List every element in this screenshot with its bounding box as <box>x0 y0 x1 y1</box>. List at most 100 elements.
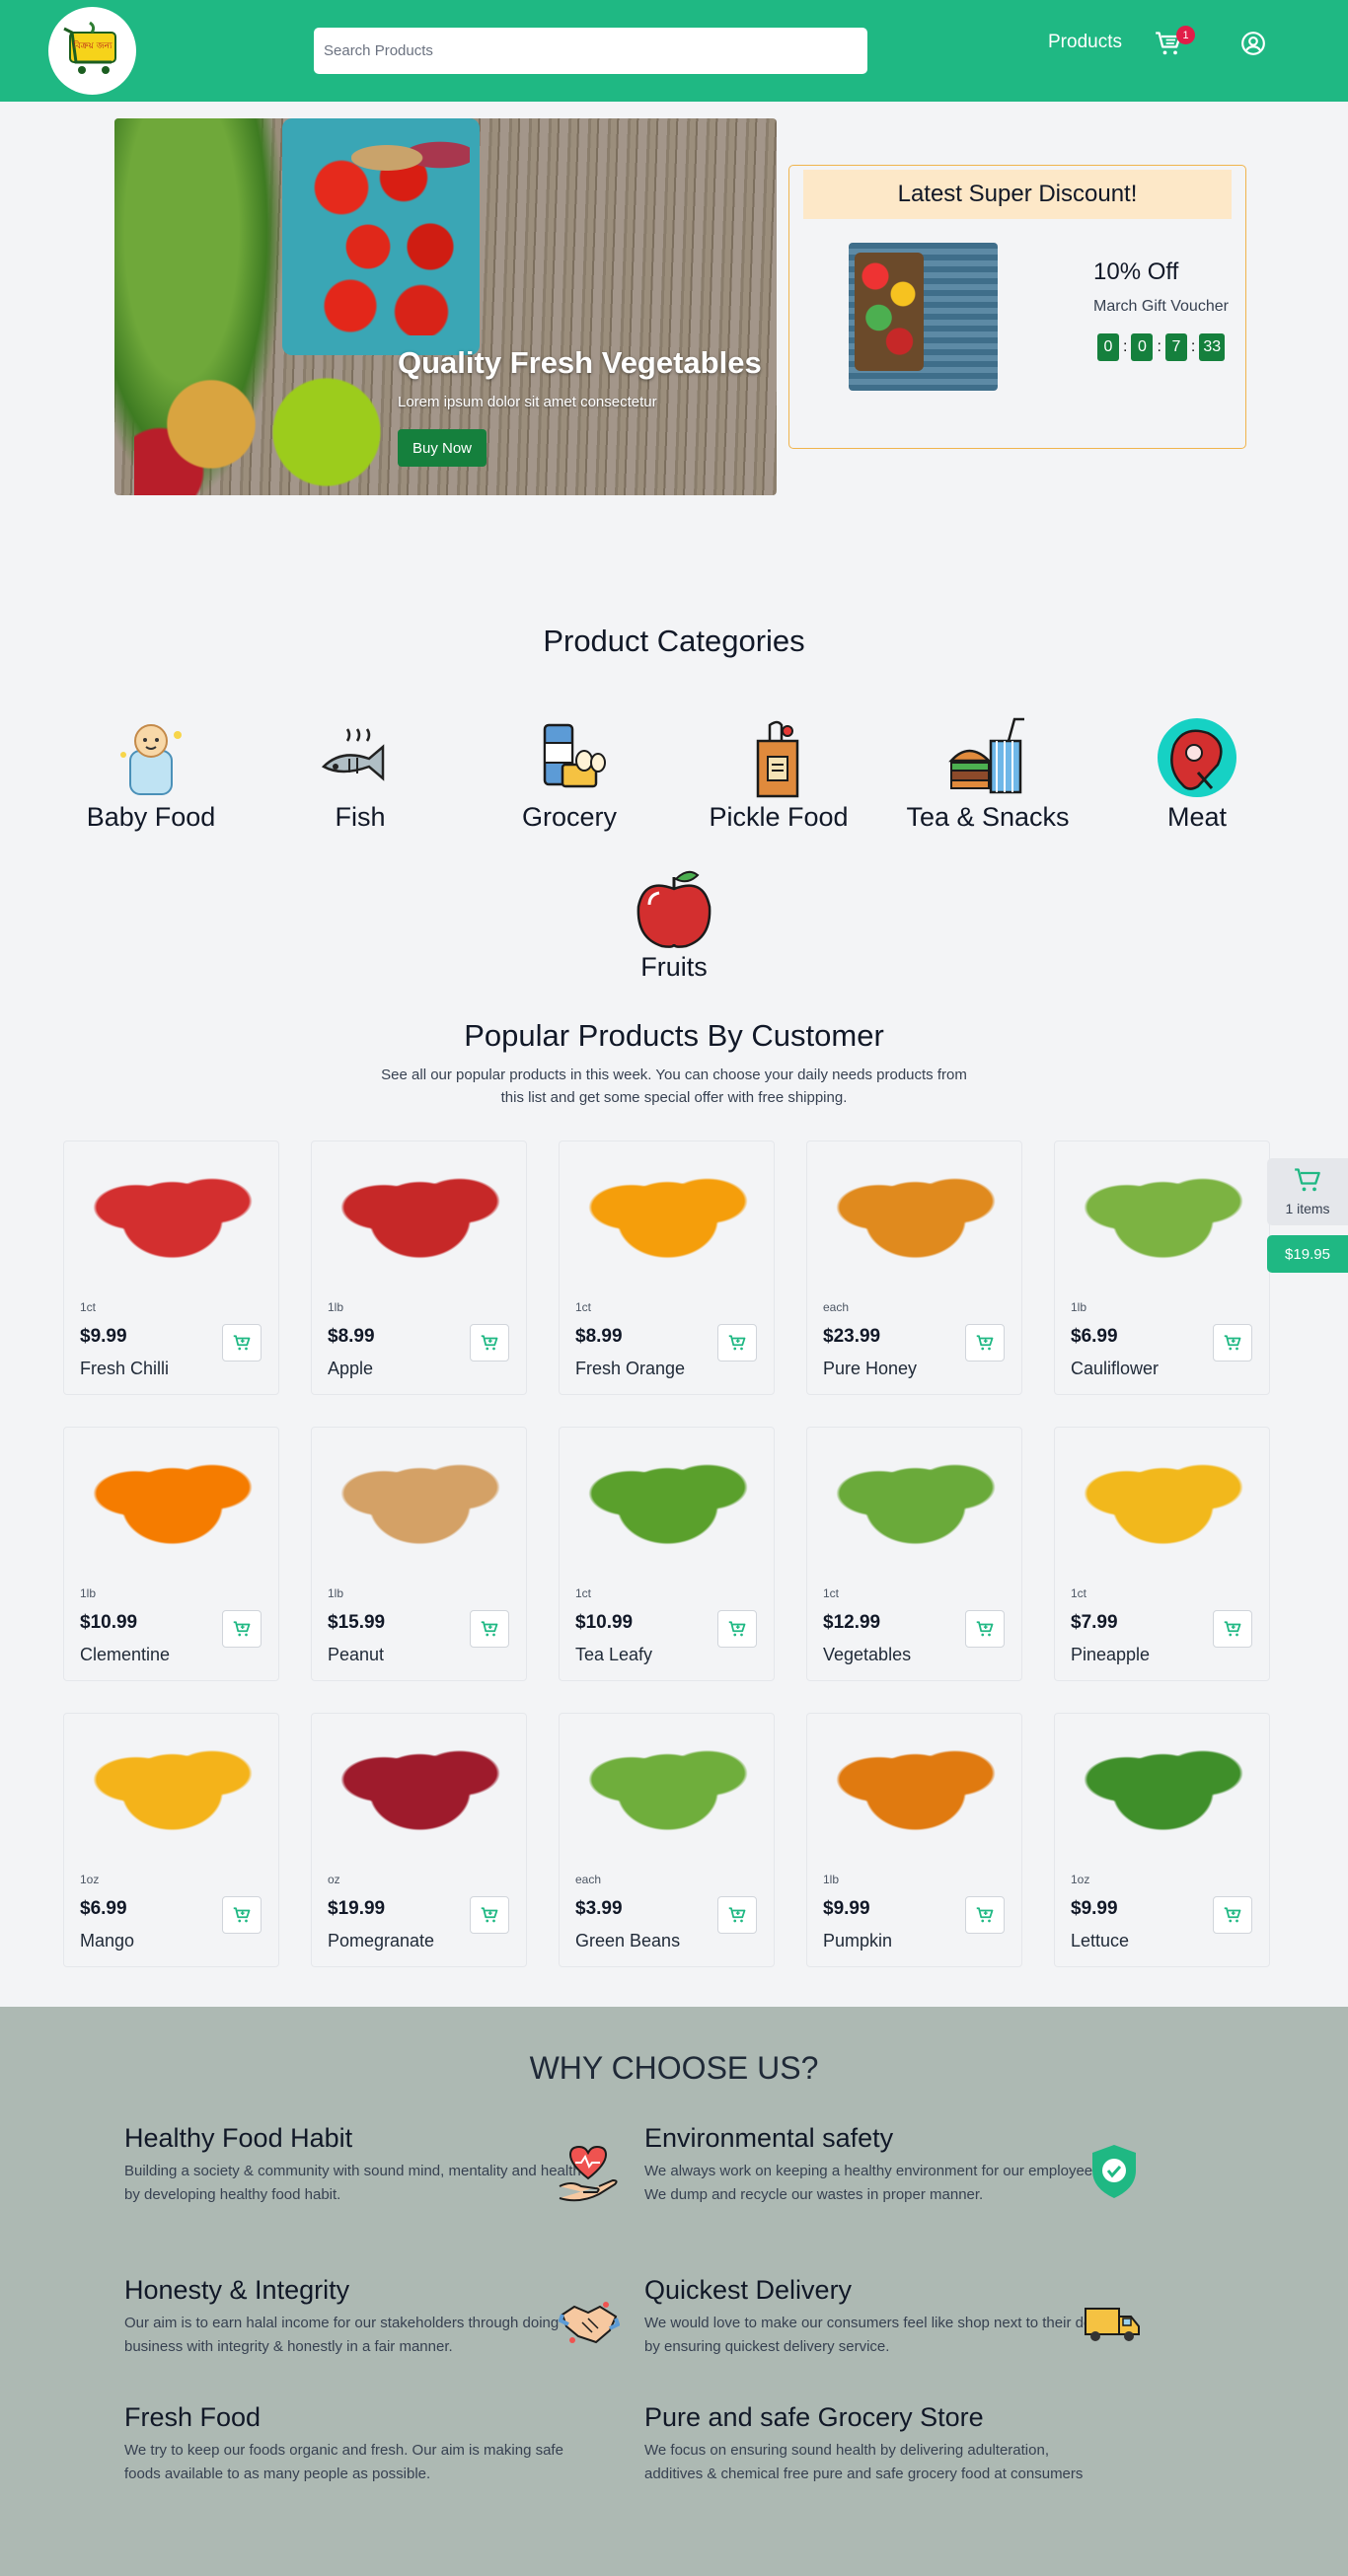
add-to-cart-button[interactable] <box>717 1896 757 1934</box>
svg-text:বিক্রয় জন্য: বিক্রয় জন্য <box>72 40 112 51</box>
category-meat[interactable]: Meat <box>1108 715 1286 833</box>
category-fish[interactable]: Fish <box>271 715 449 833</box>
timer-days: 0 <box>1097 333 1119 361</box>
product-card[interactable]: 1ct $9.99 Fresh Chilli <box>63 1141 279 1395</box>
floating-cart-total[interactable]: $19.95 <box>1267 1235 1348 1273</box>
product-card[interactable]: 1ct $8.99 Fresh Orange <box>559 1141 775 1395</box>
product-unit: 1ct <box>80 1300 97 1314</box>
user-icon[interactable] <box>1240 31 1266 56</box>
product-name: Clementine <box>80 1645 171 1664</box>
product-card[interactable]: 1ct $7.99 Pineapple <box>1054 1427 1270 1681</box>
fish-icon <box>321 728 385 781</box>
product-image[interactable] <box>1073 1724 1253 1848</box>
product-name: Pineapple <box>1071 1645 1151 1664</box>
add-to-cart-button[interactable] <box>1213 1896 1252 1934</box>
product-name: Green Beans <box>575 1931 681 1950</box>
product-name: Apple <box>328 1359 374 1378</box>
product-card[interactable]: each $23.99 Pure Honey <box>806 1141 1022 1395</box>
add-to-cart-icon <box>728 1621 746 1637</box>
category-baby-food[interactable]: Baby Food <box>62 715 240 833</box>
add-to-cart-button[interactable] <box>470 1610 509 1648</box>
product-unit: 1lb <box>1071 1300 1087 1314</box>
category-tea-snacks[interactable]: Tea & Snacks <box>899 715 1077 833</box>
feature-pure-safe-grocery: Pure and safe Grocery Store We focus on … <box>644 2402 1108 2486</box>
product-name: Mango <box>80 1931 135 1950</box>
product-image[interactable] <box>82 1437 262 1562</box>
why-title: WHY CHOOSE US? <box>529 2050 819 2086</box>
product-price: $8.99 <box>328 1326 375 1347</box>
add-to-cart-button[interactable] <box>717 1324 757 1362</box>
product-image[interactable] <box>577 1724 758 1848</box>
add-to-cart-icon <box>728 1907 746 1923</box>
product-card[interactable]: 1oz $6.99 Mango <box>63 1713 279 1967</box>
add-to-cart-button[interactable] <box>222 1610 262 1648</box>
floating-cart-items: 1 items <box>1285 1201 1330 1216</box>
product-card[interactable]: 1lb $6.99 Cauliflower <box>1054 1141 1270 1395</box>
product-card[interactable]: 1oz $9.99 Lettuce <box>1054 1713 1270 1967</box>
feature-desc: We always work on keeping a healthy envi… <box>644 2163 1104 2203</box>
nav-products-link[interactable]: Products <box>1048 32 1122 53</box>
product-unit: 1lb <box>328 1586 344 1600</box>
product-card[interactable]: 1lb $9.99 Pumpkin <box>806 1713 1022 1967</box>
product-image[interactable] <box>825 1724 1006 1848</box>
product-image[interactable] <box>330 1724 510 1848</box>
why-choose-us-section: WHY CHOOSE US? Healthy Food Habit Buildi… <box>0 2007 1348 2576</box>
product-image[interactable] <box>1073 1151 1253 1276</box>
timer-minutes: 7 <box>1164 333 1187 361</box>
add-to-cart-button[interactable] <box>965 1610 1005 1648</box>
add-to-cart-icon <box>1224 1907 1241 1923</box>
add-to-cart-icon <box>233 1907 251 1923</box>
search-input[interactable] <box>314 28 867 74</box>
baby-icon <box>120 724 182 795</box>
add-to-cart-button[interactable] <box>470 1324 509 1362</box>
floating-cart[interactable]: 1 items <box>1267 1158 1348 1225</box>
product-image[interactable] <box>577 1437 758 1562</box>
product-image[interactable] <box>825 1151 1006 1276</box>
product-price: $9.99 <box>1071 1898 1118 1919</box>
product-image[interactable] <box>825 1437 1006 1562</box>
add-to-cart-button[interactable] <box>222 1324 262 1362</box>
product-name: Peanut <box>328 1645 385 1664</box>
product-price: $12.99 <box>823 1612 881 1633</box>
product-unit: 1lb <box>80 1586 97 1600</box>
feature-desc: We try to keep our foods organic and fre… <box>124 2442 563 2482</box>
add-to-cart-button[interactable] <box>222 1896 262 1934</box>
product-card[interactable]: 1lb $8.99 Apple <box>311 1141 527 1395</box>
add-to-cart-button[interactable] <box>470 1896 509 1934</box>
add-to-cart-button[interactable] <box>965 1896 1005 1934</box>
add-to-cart-icon <box>976 1335 994 1351</box>
product-unit: 1oz <box>80 1873 100 1886</box>
handshake-icon <box>559 2302 620 2344</box>
product-price: $6.99 <box>1071 1326 1118 1347</box>
product-image[interactable] <box>330 1151 510 1276</box>
timer-hours: 0 <box>1131 333 1154 361</box>
popular-subtitle: See all our popular products in this wee… <box>381 1067 967 1106</box>
product-image[interactable] <box>82 1724 262 1848</box>
cart-count-badge: 1 <box>1176 26 1195 44</box>
feature-fresh-food: Fresh Food We try to keep our foods orga… <box>124 2402 588 2486</box>
add-to-cart-button[interactable] <box>1213 1610 1252 1648</box>
product-card[interactable]: each $3.99 Green Beans <box>559 1713 775 1967</box>
category-label: Pickle Food <box>709 802 849 832</box>
product-image[interactable] <box>577 1151 758 1276</box>
add-to-cart-button[interactable] <box>1213 1324 1252 1362</box>
product-image[interactable] <box>82 1151 262 1276</box>
category-fruits[interactable]: Fruits <box>585 865 763 983</box>
add-to-cart-button[interactable] <box>965 1324 1005 1362</box>
add-to-cart-icon <box>976 1621 994 1637</box>
add-to-cart-button[interactable] <box>717 1610 757 1648</box>
category-grocery[interactable]: Grocery <box>481 715 658 833</box>
product-card[interactable]: 1ct $12.99 Vegetables <box>806 1427 1022 1681</box>
product-image[interactable] <box>330 1437 510 1562</box>
product-card[interactable]: 1lb $10.99 Clementine <box>63 1427 279 1681</box>
product-card[interactable]: oz $19.99 Pomegranate <box>311 1713 527 1967</box>
product-image[interactable] <box>1073 1437 1253 1562</box>
category-pickle-food[interactable]: Pickle Food <box>690 715 867 833</box>
product-card[interactable]: 1ct $10.99 Tea Leafy <box>559 1427 775 1681</box>
feature-environmental-safety: Environmental safety We always work on k… <box>644 2123 1108 2207</box>
product-card[interactable]: 1lb $15.99 Peanut <box>311 1427 527 1681</box>
discount-image <box>849 243 998 391</box>
product-name: Fresh Chilli <box>80 1359 170 1378</box>
logo[interactable]: বিক্রয় জন্য <box>48 7 136 95</box>
buy-now-button[interactable]: Buy Now <box>398 429 487 467</box>
